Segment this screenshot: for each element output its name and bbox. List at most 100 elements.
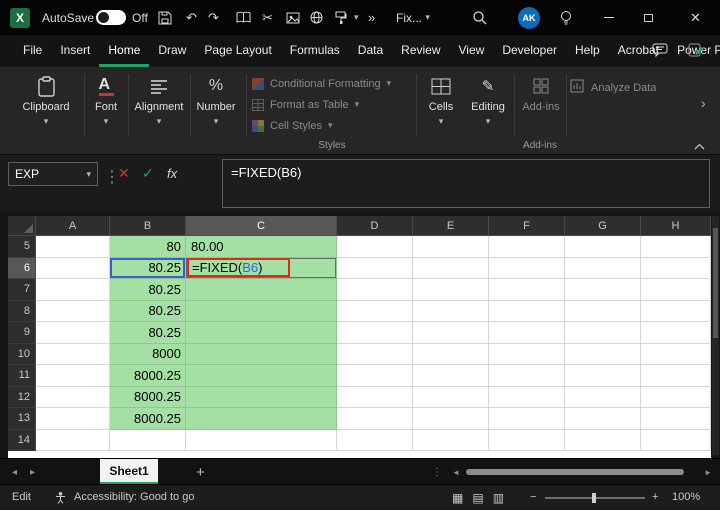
cell-d11[interactable] bbox=[337, 365, 413, 387]
overflow-icon[interactable]: » bbox=[368, 0, 375, 35]
scroll-left-icon[interactable]: ◄ bbox=[452, 459, 460, 485]
cell-e7[interactable] bbox=[413, 279, 489, 301]
number-group-button[interactable]: % Number ▾ bbox=[192, 74, 240, 127]
cell-d10[interactable] bbox=[337, 343, 413, 365]
cell-d12[interactable] bbox=[337, 386, 413, 408]
row-header-9[interactable]: 9 bbox=[8, 322, 36, 344]
chevron-down-icon[interactable]: ▾ bbox=[354, 0, 359, 35]
cell-a8[interactable] bbox=[36, 300, 110, 322]
column-header-c[interactable]: C bbox=[186, 216, 337, 236]
clipboard-group-button[interactable]: Clipboard ▾ bbox=[14, 74, 78, 127]
ribbon-scroll-right-icon[interactable]: › bbox=[701, 95, 706, 111]
page-layout-view-icon[interactable]: ▤ bbox=[472, 491, 483, 505]
close-button[interactable]: ✕ bbox=[690, 0, 701, 35]
cell-g11[interactable] bbox=[565, 365, 641, 387]
zoom-in-icon[interactable]: + bbox=[652, 485, 658, 509]
autosave-toggle[interactable] bbox=[96, 0, 126, 35]
add-ins-button[interactable]: Add-ins bbox=[518, 74, 564, 113]
enter-icon[interactable]: ✓ bbox=[142, 165, 154, 182]
font-group-button[interactable]: A Font ▾ bbox=[88, 74, 124, 127]
row-header-8[interactable]: 8 bbox=[8, 300, 36, 322]
sheet-nav-left-icon[interactable]: ◂ bbox=[12, 459, 17, 485]
cell-g7[interactable] bbox=[565, 279, 641, 301]
tab-review[interactable]: Review bbox=[392, 35, 449, 67]
cell-e14[interactable] bbox=[413, 429, 489, 451]
cell-d5[interactable] bbox=[337, 236, 413, 258]
cell-b8[interactable]: 80.25 bbox=[110, 300, 186, 322]
cell-g13[interactable] bbox=[565, 408, 641, 430]
cell-f11[interactable] bbox=[489, 365, 565, 387]
cell-e8[interactable] bbox=[413, 300, 489, 322]
cell-c6-editing[interactable]: =FIXED(B6) bbox=[186, 257, 337, 279]
redo-icon[interactable]: ↷ bbox=[208, 0, 219, 35]
save-icon[interactable] bbox=[158, 0, 172, 35]
tab-developer[interactable]: Developer bbox=[493, 35, 566, 67]
column-header-g[interactable]: G bbox=[565, 216, 641, 236]
zoom-level[interactable]: 100% bbox=[672, 485, 700, 509]
analyze-data-button[interactable]: Analyze Data bbox=[570, 79, 656, 96]
format-as-table-button[interactable]: Format as Table ▾ bbox=[252, 94, 412, 115]
vertical-scrollbar[interactable] bbox=[712, 216, 719, 455]
cell-c10[interactable] bbox=[186, 343, 337, 365]
read-aloud-icon[interactable] bbox=[236, 0, 251, 35]
cell-f5[interactable] bbox=[489, 236, 565, 258]
cell-c14[interactable] bbox=[186, 429, 337, 451]
cell-a5[interactable] bbox=[36, 236, 110, 258]
row-header-10[interactable]: 10 bbox=[8, 343, 36, 365]
row-header-14[interactable]: 14 bbox=[8, 429, 36, 451]
cell-a10[interactable] bbox=[36, 343, 110, 365]
cell-h9[interactable] bbox=[641, 322, 711, 344]
cell-g5[interactable] bbox=[565, 236, 641, 258]
cell-b11[interactable]: 8000.25 bbox=[110, 365, 186, 387]
sheet-tab-sheet1[interactable]: Sheet1 bbox=[100, 459, 158, 485]
cell-c9[interactable] bbox=[186, 322, 337, 344]
cell-b12[interactable]: 8000.25 bbox=[110, 386, 186, 408]
cell-g8[interactable] bbox=[565, 300, 641, 322]
cell-b7[interactable]: 80.25 bbox=[110, 279, 186, 301]
cell-a13[interactable] bbox=[36, 408, 110, 430]
scroll-right-icon[interactable]: ► bbox=[704, 459, 712, 485]
cell-a12[interactable] bbox=[36, 386, 110, 408]
cell-b5[interactable]: 80 bbox=[110, 236, 186, 258]
tab-view[interactable]: View bbox=[450, 35, 494, 67]
comments-icon[interactable] bbox=[652, 43, 668, 63]
cell-f10[interactable] bbox=[489, 343, 565, 365]
cell-c8[interactable] bbox=[186, 300, 337, 322]
cell-e9[interactable] bbox=[413, 322, 489, 344]
column-header-d[interactable]: D bbox=[337, 216, 413, 236]
cell-b10[interactable]: 8000 bbox=[110, 343, 186, 365]
cell-a14[interactable] bbox=[36, 429, 110, 451]
cell-h7[interactable] bbox=[641, 279, 711, 301]
sheet-nav-right-icon[interactable]: ▸ bbox=[30, 459, 35, 485]
editing-mode-icon[interactable] bbox=[688, 43, 705, 63]
conditional-formatting-button[interactable]: Conditional Formatting ▾ bbox=[252, 73, 412, 94]
formula-input[interactable]: =FIXED(B6) bbox=[222, 159, 710, 208]
cell-e6[interactable] bbox=[413, 257, 489, 279]
normal-view-icon[interactable]: ▦ bbox=[452, 491, 463, 505]
cell-f6[interactable] bbox=[489, 257, 565, 279]
tab-file[interactable]: File bbox=[14, 35, 51, 67]
cell-c7[interactable] bbox=[186, 279, 337, 301]
maximize-button[interactable] bbox=[644, 0, 653, 35]
zoom-slider-thumb[interactable] bbox=[592, 493, 596, 503]
alignment-group-button[interactable]: Alignment ▾ bbox=[130, 74, 188, 127]
page-break-view-icon[interactable]: ▥ bbox=[493, 491, 504, 505]
scrollbar-options-icon[interactable]: ⋮ bbox=[432, 459, 442, 485]
minimize-button[interactable] bbox=[604, 0, 614, 35]
cell-e13[interactable] bbox=[413, 408, 489, 430]
column-header-a[interactable]: A bbox=[36, 216, 110, 236]
cell-g6[interactable] bbox=[565, 257, 641, 279]
cell-h10[interactable] bbox=[641, 343, 711, 365]
tab-page-layout[interactable]: Page Layout bbox=[195, 35, 280, 67]
new-sheet-button[interactable]: + bbox=[196, 459, 205, 485]
collapse-ribbon-icon[interactable] bbox=[694, 137, 705, 155]
cancel-icon[interactable]: ✕ bbox=[118, 165, 130, 182]
row-header-6[interactable]: 6 bbox=[8, 257, 36, 279]
cut-icon[interactable]: ✂ bbox=[262, 0, 273, 35]
insert-function-icon[interactable]: fx bbox=[167, 166, 177, 181]
cell-h5[interactable] bbox=[641, 236, 711, 258]
cell-e12[interactable] bbox=[413, 386, 489, 408]
cells-group-button[interactable]: Cells ▾ bbox=[420, 74, 462, 127]
format-painter-icon[interactable] bbox=[334, 0, 347, 35]
cell-f9[interactable] bbox=[489, 322, 565, 344]
